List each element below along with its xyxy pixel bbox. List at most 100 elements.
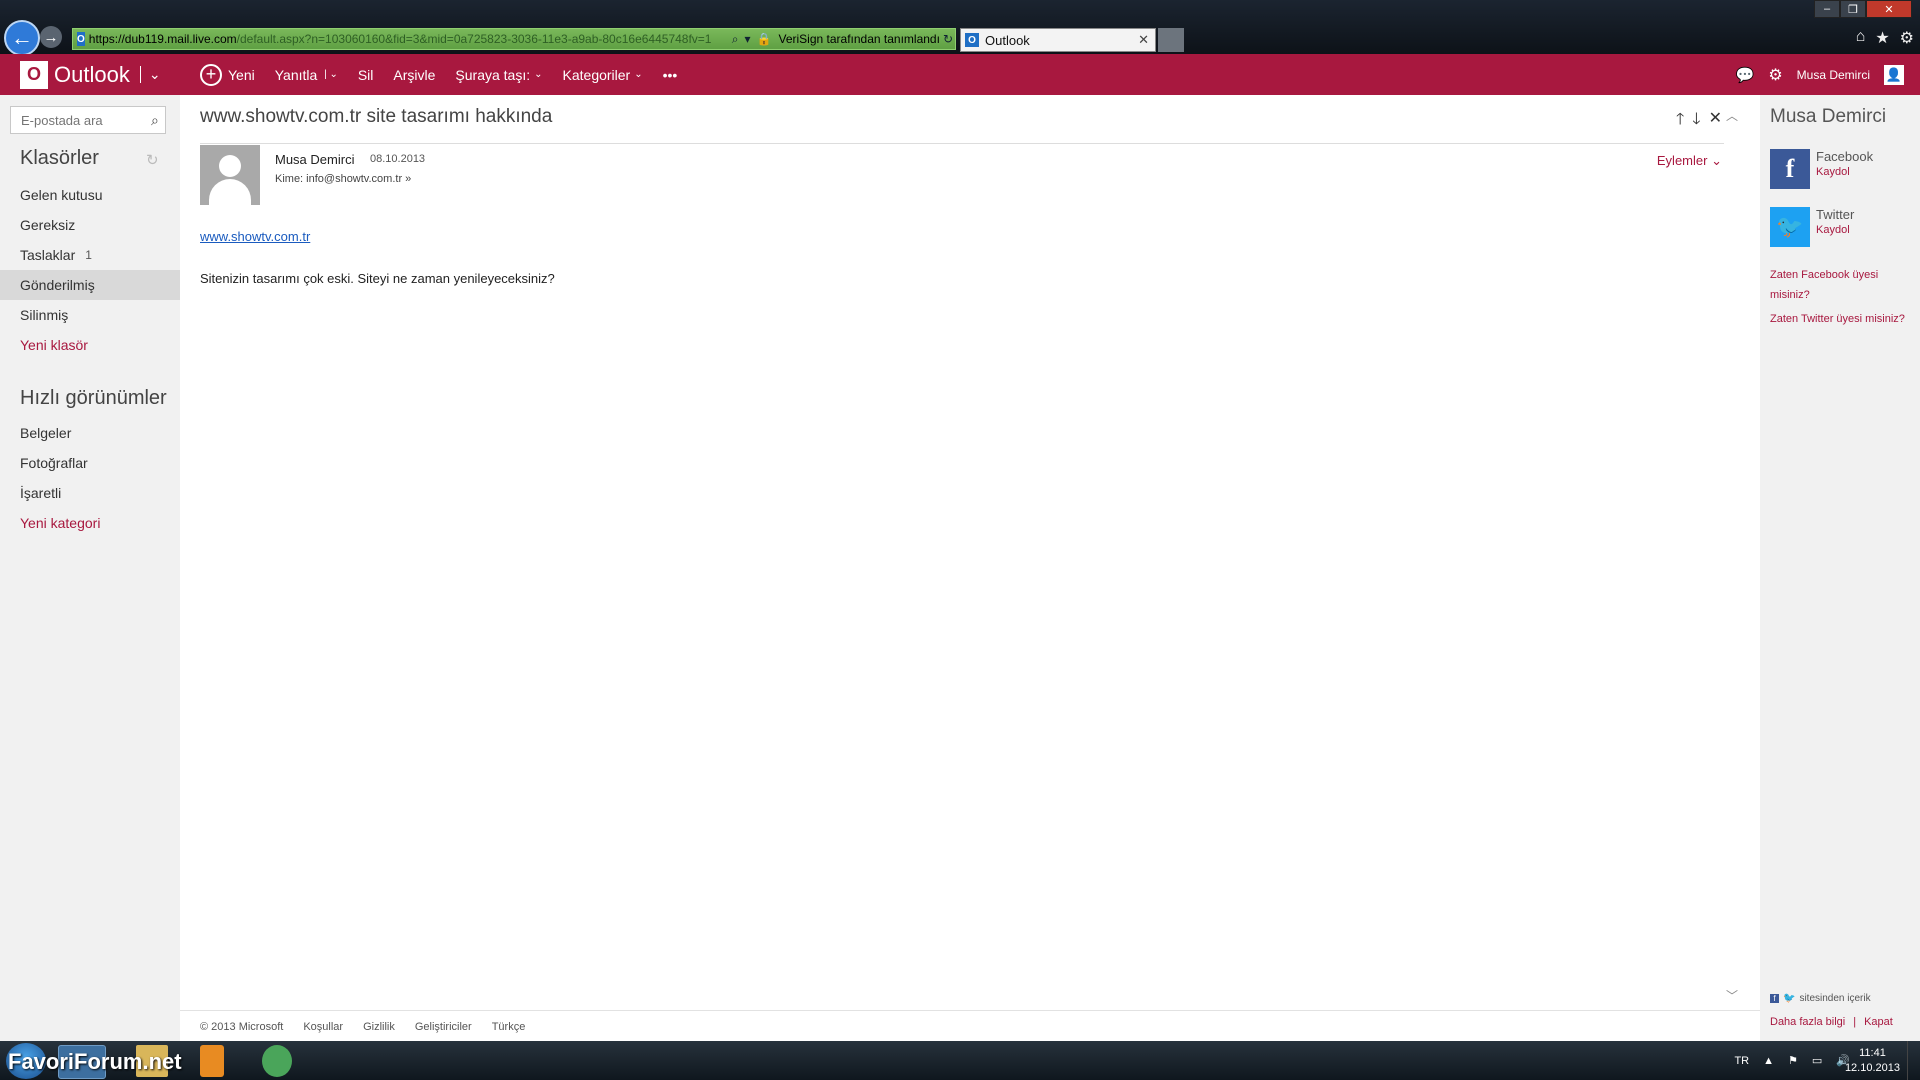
messenger-icon[interactable]: [262, 1045, 292, 1077]
folders-header[interactable]: Klasörler: [20, 147, 99, 170]
new-message-button[interactable]: + Yeni: [200, 63, 255, 86]
social-footer-links: Daha fazla bilgi | Kapat: [1770, 1016, 1893, 1028]
sent-date: 08.10.2013: [370, 153, 426, 165]
address-bar[interactable]: O https://dub119.mail.live.com/default.a…: [72, 28, 956, 50]
back-button[interactable]: ←: [4, 20, 40, 56]
privacy-link[interactable]: Gizlilik: [363, 1021, 395, 1033]
forward-button[interactable]: →: [40, 26, 62, 48]
scroll-down-icon[interactable]: ﹀: [1726, 987, 1738, 1004]
chevron-down-icon[interactable]: ⌄: [139, 66, 161, 83]
system-tray: TR ▲ ⚑ ▭ 🔊: [1734, 1041, 1850, 1080]
outlook-favicon-icon: O: [77, 32, 85, 46]
new-folder-label: Yeni klasör: [20, 337, 88, 353]
home-icon[interactable]: ⌂: [1856, 28, 1866, 48]
twitter-signup-link[interactable]: Kaydol: [1816, 224, 1854, 236]
categories-button[interactable]: Kategoriler ⌄: [563, 67, 643, 83]
refresh-icon[interactable]: ↻: [943, 32, 953, 46]
reply-button[interactable]: Yanıtla | ⌄: [275, 67, 338, 83]
twitter-row: 🐦 Twitter Kaydol: [1770, 207, 1854, 247]
settings-gear-icon[interactable]: ⚙: [1768, 65, 1782, 85]
archive-button[interactable]: Arşivle: [393, 67, 435, 83]
folder-sent[interactable]: Gönderilmiş: [0, 270, 180, 300]
minimize-button[interactable]: –: [1814, 0, 1840, 18]
arrow-up-icon[interactable]: 🡑: [1676, 108, 1684, 135]
terms-link[interactable]: Koşullar: [303, 1021, 343, 1033]
scrollbar[interactable]: ︿ ﹀: [1724, 95, 1742, 1010]
language-link[interactable]: Türkçe: [492, 1021, 526, 1033]
folder-drafts[interactable]: Taslaklar 1: [0, 240, 180, 270]
new-tab-button[interactable]: [1158, 28, 1184, 52]
facebook-title: Facebook: [1816, 149, 1874, 164]
folder-deleted[interactable]: Silinmiş: [0, 300, 180, 330]
folder-label: Gönderilmiş: [20, 277, 95, 293]
scroll-up-icon[interactable]: ︿: [1726, 107, 1738, 124]
clock[interactable]: 11:41 12.10.2013: [1845, 1046, 1900, 1076]
left-nav: ⌕ Klasörler ↻ Gelen kutusu Gereksiz Tasl…: [0, 95, 180, 1041]
refresh-icon[interactable]: ↻: [146, 151, 159, 169]
url-text[interactable]: https://dub119.mail.live.com/default.asp…: [89, 32, 729, 46]
favorites-star-icon[interactable]: ★: [1875, 28, 1889, 48]
facebook-signup-link[interactable]: Kaydol: [1816, 166, 1873, 178]
chat-icon[interactable]: 💬: [1736, 66, 1755, 84]
tray-expand-icon[interactable]: ▲: [1763, 1055, 1774, 1067]
developers-link[interactable]: Geliştiriciler: [415, 1021, 472, 1033]
delete-button[interactable]: Sil: [358, 67, 374, 83]
network-icon[interactable]: ▭: [1812, 1054, 1822, 1067]
twitter-icon[interactable]: 🐦: [1770, 207, 1810, 247]
archive-label: Arşivle: [393, 66, 436, 83]
more-commands-button[interactable]: •••: [663, 67, 678, 83]
close-icon[interactable]: ✕: [1709, 108, 1722, 135]
close-icon[interactable]: ✕: [1138, 32, 1149, 48]
topbar-right: 💬 ⚙ Musa Demirci 👤: [1736, 64, 1904, 85]
arrow-down-icon[interactable]: 🡓: [1692, 108, 1700, 135]
dropdown-icon[interactable]: ▾: [745, 32, 751, 46]
outlook-logo[interactable]: O Outlook ⌄: [20, 60, 200, 89]
recipient-line[interactable]: Kime: info@showtv.com.tr »: [275, 173, 411, 185]
facebook-member-link[interactable]: Zaten Facebook üyesi misiniz?: [1770, 265, 1910, 305]
flag-icon[interactable]: ⚑: [1788, 1054, 1798, 1067]
quickview-flagged[interactable]: İşaretli: [0, 478, 180, 508]
twitter-member-link[interactable]: Zaten Twitter üyesi misiniz?: [1770, 309, 1910, 329]
clock-time: 11:41: [1859, 1047, 1886, 1059]
user-name[interactable]: Musa Demirci: [1797, 68, 1870, 82]
maximize-button[interactable]: ❐: [1840, 0, 1866, 18]
folder-junk[interactable]: Gereksiz: [0, 210, 180, 240]
quickviews-header[interactable]: Hızlı görünümler: [20, 387, 167, 410]
browser-toolbar-icons: ⌂ ★ ⚙: [1856, 28, 1914, 48]
quickview-photos[interactable]: Fotoğraflar: [0, 448, 180, 478]
lock-icon[interactable]: 🔒: [757, 32, 772, 46]
user-avatar-icon[interactable]: 👤: [1884, 64, 1904, 85]
facebook-icon[interactable]: f: [1770, 149, 1810, 189]
move-to-button[interactable]: Şuraya taşı: ⌄: [455, 67, 542, 83]
body-link[interactable]: www.showtv.com.tr: [200, 229, 310, 244]
folders-list: Gelen kutusu Gereksiz Taslaklar 1 Gönderi…: [0, 180, 180, 360]
new-category-link[interactable]: Yeni kategori: [0, 508, 180, 538]
sender-name[interactable]: Musa Demirci: [275, 152, 354, 167]
chevron-down-icon[interactable]: | ⌄: [321, 69, 338, 80]
actions-menu[interactable]: Eylemler ⌄: [1657, 153, 1722, 169]
new-folder-link[interactable]: Yeni klasör: [0, 330, 180, 360]
folder-inbox[interactable]: Gelen kutusu: [0, 180, 180, 210]
media-player-icon[interactable]: [200, 1045, 224, 1077]
search-icon[interactable]: ⌕: [732, 32, 739, 47]
settings-gear-icon[interactable]: ⚙: [1900, 28, 1914, 48]
expand-icon[interactable]: »: [405, 173, 411, 185]
more-info-link[interactable]: Daha fazla bilgi: [1770, 1016, 1845, 1028]
tab-title: Outlook: [985, 32, 1030, 48]
close-link[interactable]: Kapat: [1864, 1016, 1893, 1028]
sender-avatar[interactable]: [200, 145, 260, 205]
url-path: /default.aspx?n=103060160&fid=3&mid=0a72…: [236, 32, 712, 46]
certificate-text[interactable]: VeriSign tarafından tanımlandı: [779, 32, 940, 46]
quickview-documents[interactable]: Belgeler: [0, 418, 180, 448]
search-icon[interactable]: ⌕: [151, 112, 159, 129]
outlook-tab-icon: O: [965, 33, 979, 47]
new-label: Yeni: [228, 66, 255, 83]
folder-label: Taslaklar: [20, 247, 76, 263]
reply-label: Yanıtla: [274, 66, 318, 83]
show-desktop-button[interactable]: [1907, 1041, 1920, 1080]
window-close-button[interactable]: ✕: [1866, 0, 1912, 18]
language-indicator[interactable]: TR: [1734, 1055, 1749, 1067]
plus-circle-icon: +: [200, 63, 222, 86]
tab-outlook[interactable]: O Outlook ✕: [960, 28, 1156, 52]
search-input[interactable]: [19, 111, 149, 129]
